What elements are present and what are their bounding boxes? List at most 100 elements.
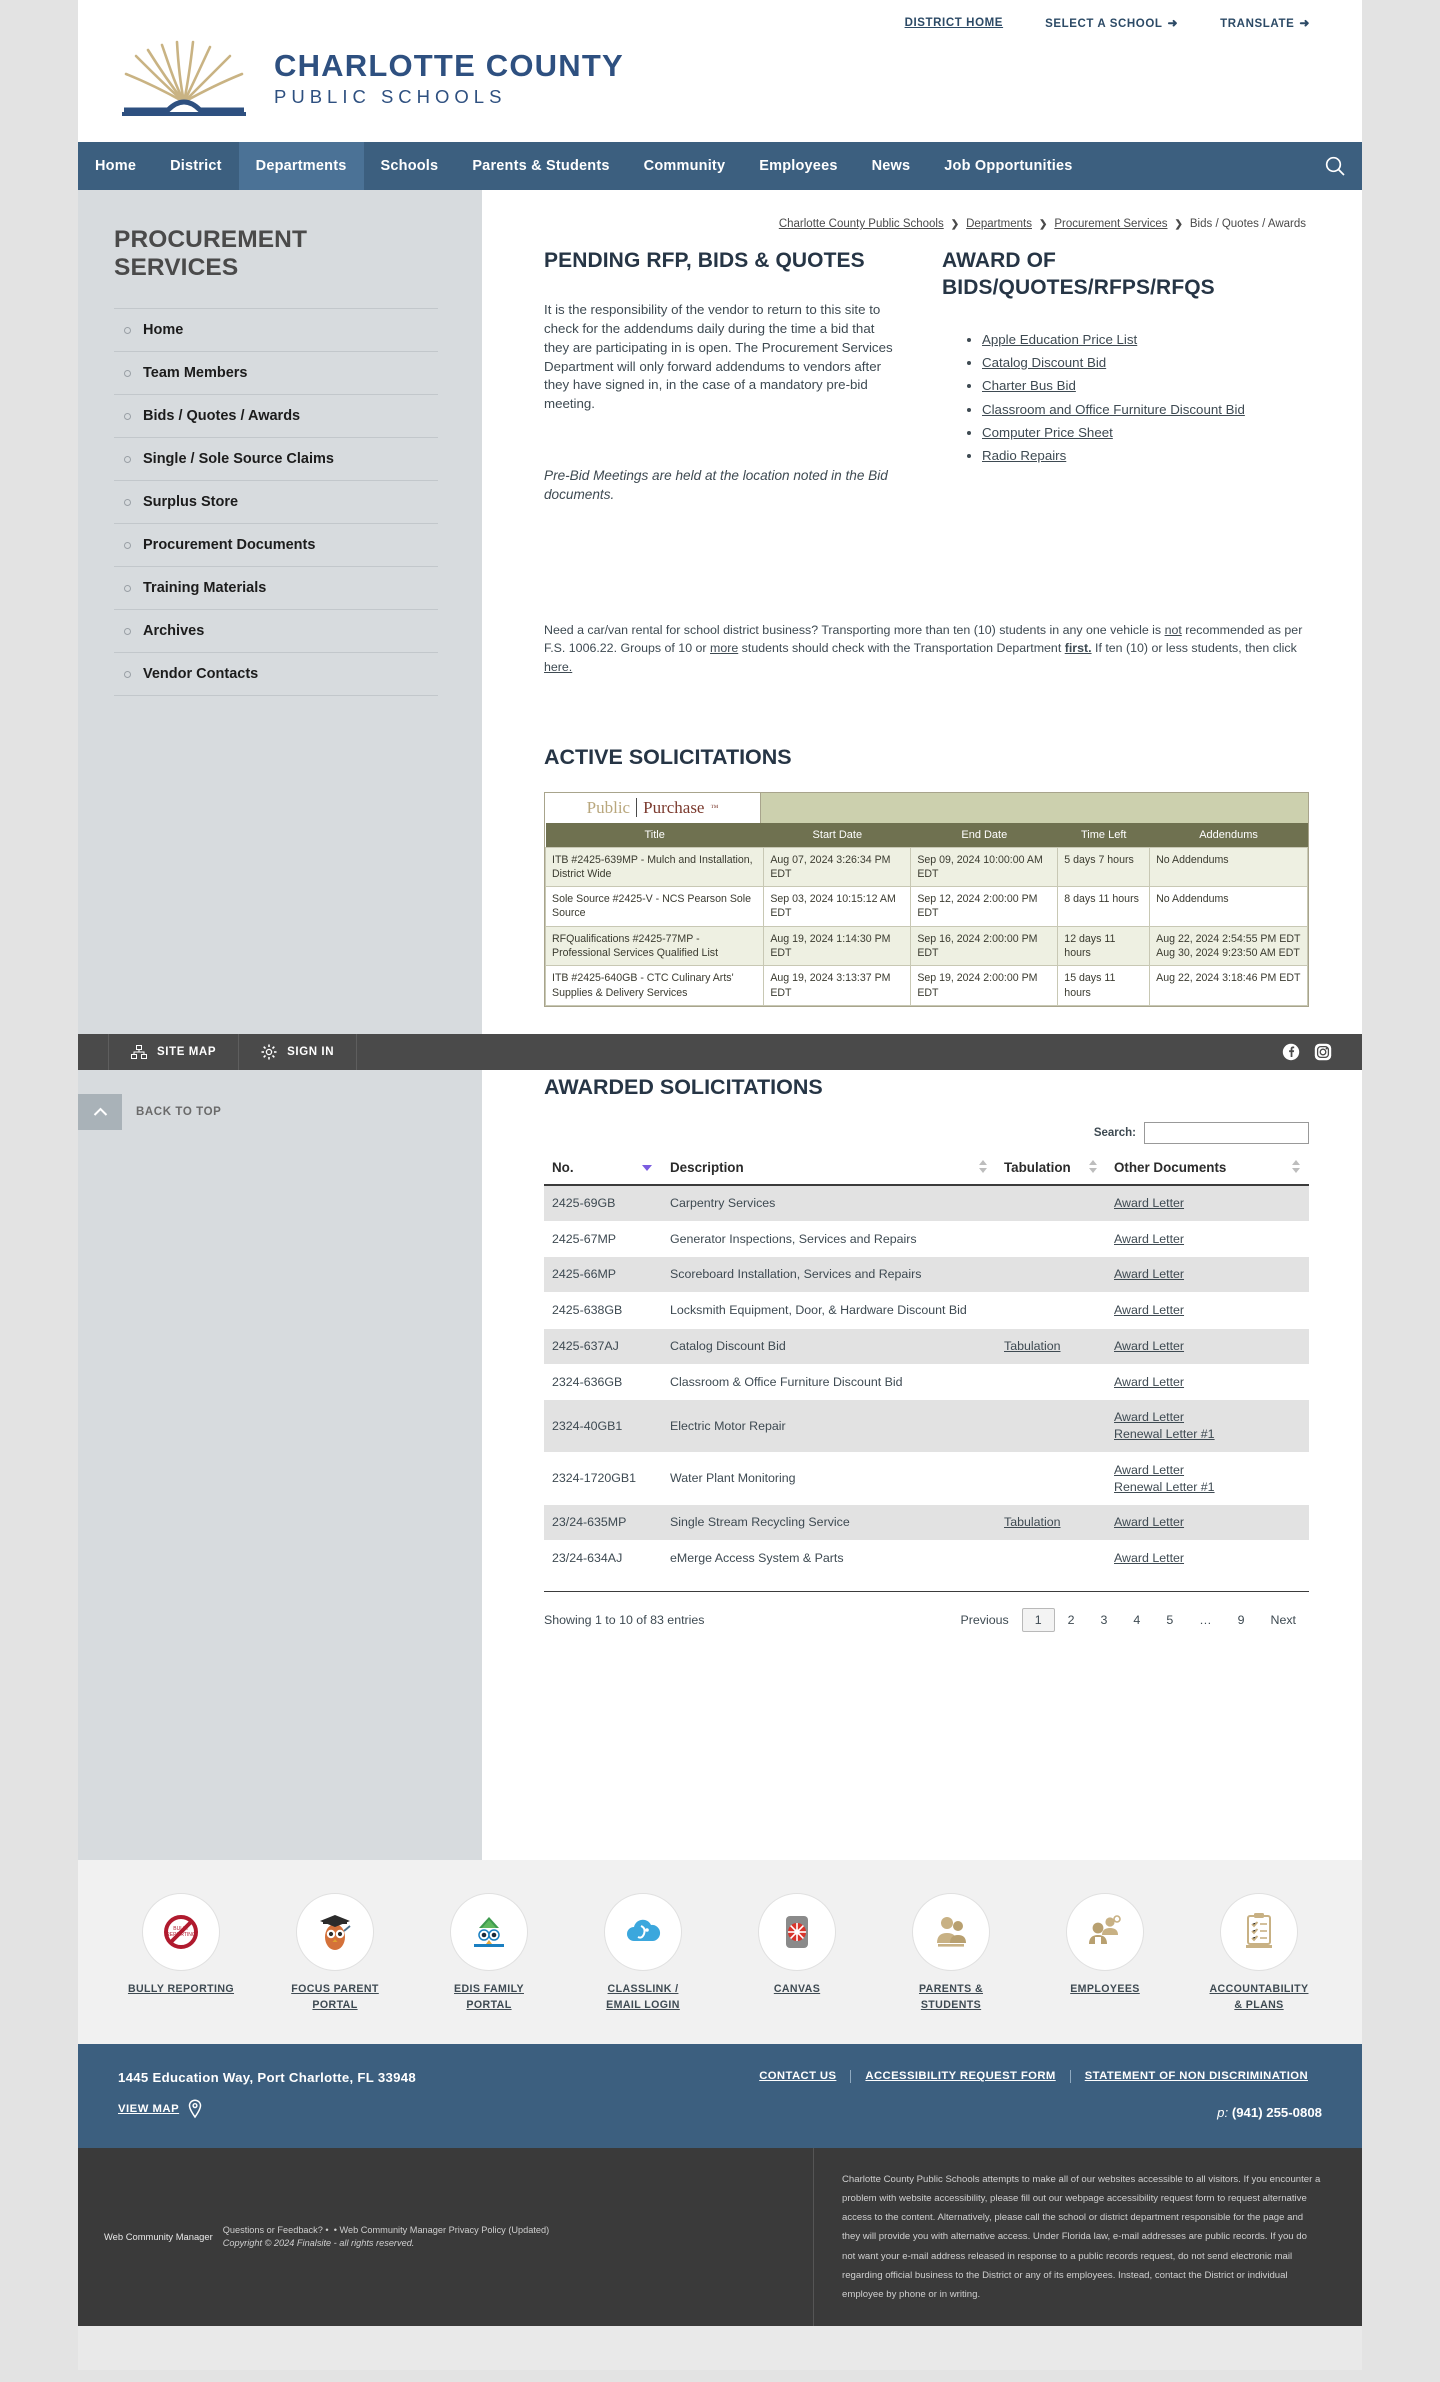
utility-link-translate[interactable]: TRANSLATE ➜: [1220, 16, 1310, 30]
utility-link-district-home[interactable]: DISTRICT HOME: [905, 17, 1004, 29]
pager-page-9[interactable]: 9: [1225, 1609, 1258, 1631]
breadcrumb-item[interactable]: Procurement Services: [1054, 218, 1167, 230]
quicklink-canvas[interactable]: CANVAS: [743, 1894, 851, 2014]
document-link[interactable]: Award Letter: [1114, 1338, 1303, 1355]
nav-item-departments[interactable]: Departments: [238, 142, 364, 190]
footer-link-statement-of-non-discrimination[interactable]: STATEMENT OF NON DISCRIMINATION: [1071, 2070, 1322, 2082]
award-link[interactable]: Radio Repairs: [982, 448, 1066, 463]
document-link[interactable]: Award Letter: [1114, 1231, 1303, 1248]
sidebar-item-training-materials[interactable]: Training Materials: [114, 567, 438, 609]
sidebar-item-vendor-contacts[interactable]: Vendor Contacts: [114, 653, 438, 695]
document-link[interactable]: Award Letter: [1114, 1409, 1303, 1426]
pp-column-header[interactable]: Time Left: [1057, 822, 1150, 848]
tabulation-link[interactable]: Tabulation: [1004, 1338, 1100, 1355]
document-link[interactable]: Award Letter: [1114, 1195, 1303, 1212]
column-header-description[interactable]: Description: [662, 1153, 996, 1186]
sidebar-item-single-sole-source-claims[interactable]: Single / Sole Source Claims: [114, 438, 438, 480]
sidebar-item-home[interactable]: Home: [114, 309, 438, 351]
utility-link-select-a-school[interactable]: SELECT A SCHOOL ➜: [1045, 16, 1178, 30]
public-purchase-brandbar: Public Purchase ™: [545, 792, 1308, 823]
facebook-link[interactable]: [1282, 1043, 1300, 1061]
quicklink-accountability-plans[interactable]: ACCOUNTABILITY & PLANS: [1205, 1894, 1313, 2014]
pp-cell: 5 days 7 hours: [1057, 846, 1151, 888]
document-link[interactable]: Award Letter: [1114, 1550, 1303, 1567]
tabulation-link[interactable]: Tabulation: [1004, 1514, 1100, 1531]
back-to-top[interactable]: BACK TO TOP: [78, 1094, 221, 1130]
nav-item-district[interactable]: District: [153, 142, 239, 190]
pager-next[interactable]: Next: [1258, 1609, 1309, 1631]
notice-text: If ten (10) or less students, then click: [1091, 641, 1297, 656]
sidebar-item-surplus-store[interactable]: Surplus Store: [114, 481, 438, 523]
column-header-tabulation[interactable]: Tabulation: [996, 1153, 1106, 1186]
quicklink-employees[interactable]: EMPLOYEES: [1051, 1894, 1159, 2014]
quicklink-classlink-email-login[interactable]: CLASSLINK / EMAIL LOGIN: [589, 1894, 697, 2014]
document-link[interactable]: Renewal Letter #1: [1114, 1479, 1303, 1496]
pager-page-3[interactable]: 3: [1088, 1609, 1121, 1631]
sidebar-item-team-members[interactable]: Team Members: [114, 352, 438, 394]
sidebar-list-item: Training Materials: [114, 567, 438, 610]
quicklink-focus-parent-portal[interactable]: FOCUS PARENT PORTAL: [281, 1894, 389, 2014]
search-button[interactable]: [1308, 142, 1362, 190]
pager-page-4[interactable]: 4: [1120, 1609, 1153, 1631]
column-header-no[interactable]: No.: [544, 1153, 662, 1186]
questions-feedback-link[interactable]: Questions or Feedback?: [223, 2225, 323, 2235]
table-row: 2425-66MP Scoreboard Installation, Servic…: [544, 1256, 1309, 1294]
nav-item-employees[interactable]: Employees: [742, 142, 854, 190]
nav-item-news[interactable]: News: [855, 142, 928, 190]
column-header-other-documents[interactable]: Other Documents: [1106, 1153, 1309, 1186]
pp-column-header[interactable]: Start Date: [763, 822, 911, 848]
quicklink-bully-reporting[interactable]: BULLY REPORTING BULLY REPORTING: [127, 1894, 235, 2014]
quicklink-label: FOCUS PARENT PORTAL: [291, 1983, 379, 2011]
award-link[interactable]: Classroom and Office Furniture Discount …: [982, 402, 1245, 417]
award-link[interactable]: Catalog Discount Bid: [982, 355, 1106, 370]
nav-item-job-opportunities[interactable]: Job Opportunities: [927, 142, 1089, 190]
privacy-policy-link[interactable]: Web Community Manager Privacy Policy (Up…: [340, 2225, 550, 2235]
award-link[interactable]: Apple Education Price List: [982, 332, 1137, 347]
nav-item-community[interactable]: Community: [627, 142, 743, 190]
document-link[interactable]: Award Letter: [1114, 1374, 1303, 1391]
search-input[interactable]: [1144, 1121, 1309, 1144]
pager-page-…[interactable]: …: [1186, 1609, 1224, 1631]
pp-column-header[interactable]: Addendums: [1149, 822, 1308, 848]
footer-link-accessibility-request-form[interactable]: ACCESSIBILITY REQUEST FORM: [851, 2070, 1069, 2082]
sign-in-button[interactable]: SIGN IN: [239, 1034, 358, 1070]
document-link[interactable]: Award Letter: [1114, 1462, 1303, 1479]
brand-row[interactable]: CHARLOTTE COUNTY PUBLIC SCHOOLS: [78, 36, 1362, 142]
vehicle-rental-notice: Need a car/van rental for school distric…: [544, 621, 1312, 677]
sidebar-item-procurement-documents[interactable]: Procurement Documents: [114, 524, 438, 566]
sidebar-item-label: Surplus Store: [143, 494, 239, 510]
pager-page-1[interactable]: 1: [1021, 1607, 1055, 1632]
sidebar-item-bids-quotes-awards[interactable]: Bids / Quotes / Awards: [114, 395, 438, 437]
bullet-icon: [124, 455, 131, 463]
footer-link-contact-us[interactable]: CONTACT US: [745, 2070, 850, 2082]
pager-previous[interactable]: Previous: [947, 1609, 1021, 1631]
breadcrumb-item[interactable]: Departments: [966, 218, 1032, 230]
view-map-link[interactable]: VIEW MAP: [118, 2103, 179, 2115]
nav-item-home[interactable]: Home: [78, 142, 153, 190]
breadcrumb-item[interactable]: Charlotte County Public Schools: [779, 218, 944, 230]
sidebar-item-archives[interactable]: Archives: [114, 610, 438, 652]
quicklink-edis-family-portal[interactable]: EDIS FAMILY PORTAL: [435, 1894, 543, 2014]
document-link[interactable]: Award Letter: [1114, 1266, 1303, 1283]
site-map-button[interactable]: SITE MAP: [108, 1034, 240, 1070]
nav-item-schools[interactable]: Schools: [364, 142, 456, 190]
notice-here-link[interactable]: here.: [544, 660, 572, 674]
award-link[interactable]: Charter Bus Bid: [982, 378, 1076, 393]
pager-page-2[interactable]: 2: [1055, 1609, 1088, 1631]
pp-cell: Aug 19, 2024 1:14:30 PM EDT: [763, 925, 912, 967]
document-link[interactable]: Award Letter: [1114, 1302, 1303, 1319]
document-link[interactable]: Award Letter: [1114, 1514, 1303, 1531]
view-map-row[interactable]: VIEW MAP: [118, 2099, 745, 2119]
award-link[interactable]: Computer Price Sheet: [982, 425, 1113, 440]
document-link[interactable]: Renewal Letter #1: [1114, 1426, 1303, 1443]
pp-cell: Sep 09, 2024 10:00:00 AM EDT: [910, 846, 1059, 888]
nav-item-parents-students[interactable]: Parents & Students: [455, 142, 626, 190]
pending-column: PENDING RFP, BIDS & QUOTES It is the res…: [544, 248, 902, 505]
pp-column-header[interactable]: End Date: [910, 822, 1058, 848]
quicklink-parents-students[interactable]: PARENTS & STUDENTS: [897, 1894, 1005, 2014]
pp-column-header[interactable]: Title: [545, 822, 764, 848]
cell-other-documents: Award Letter: [1106, 1540, 1309, 1577]
instagram-link[interactable]: [1314, 1043, 1332, 1061]
pager-page-5[interactable]: 5: [1153, 1609, 1186, 1631]
back-to-top-button[interactable]: [78, 1094, 122, 1130]
